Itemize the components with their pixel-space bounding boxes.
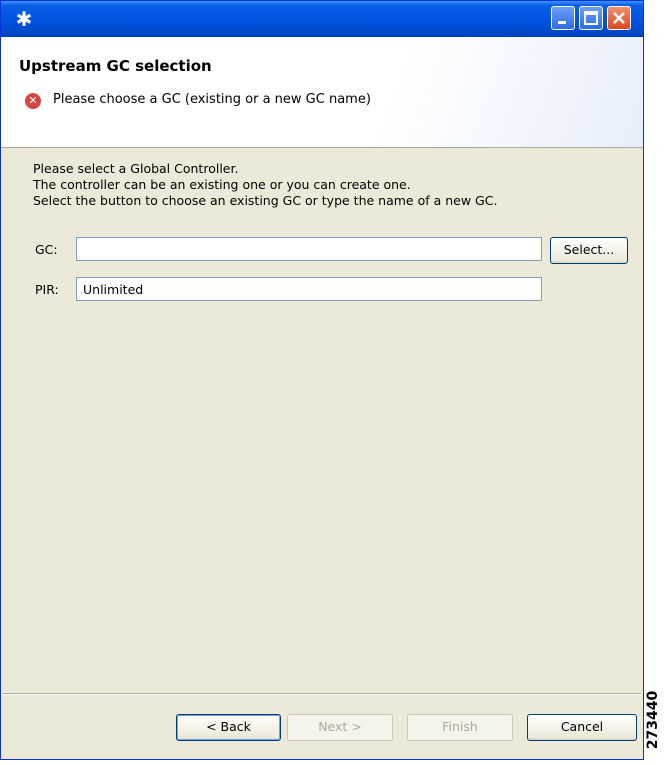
- pir-input[interactable]: [76, 277, 542, 301]
- close-icon: [613, 12, 625, 24]
- finish-button[interactable]: Finish: [407, 714, 513, 741]
- select-button[interactable]: Select...: [550, 237, 628, 264]
- maximize-icon: [584, 11, 598, 25]
- next-button[interactable]: Next >: [287, 714, 393, 741]
- instruction-line: Please select a Global Controller.: [33, 161, 239, 176]
- instruction-line: Select the button to choose an existing …: [33, 193, 498, 208]
- minimize-icon: [558, 21, 566, 24]
- maximize-button[interactable]: [579, 6, 603, 30]
- page-title: Upstream GC selection: [19, 57, 212, 75]
- pir-label: PIR:: [35, 282, 59, 297]
- minimize-button[interactable]: [551, 6, 575, 30]
- status-message: Please choose a GC (existing or a new GC…: [53, 92, 371, 107]
- footer-separator: [3, 693, 641, 695]
- wizard-header: Upstream GC selection ✕ Please choose a …: [1, 37, 643, 148]
- error-icon: ✕: [25, 93, 41, 109]
- back-button[interactable]: < Back: [176, 714, 281, 741]
- title-bar[interactable]: ✱: [1, 1, 643, 37]
- close-button[interactable]: [607, 6, 631, 30]
- gc-label: GC:: [35, 242, 58, 257]
- instruction-line: The controller can be an existing one or…: [33, 177, 411, 192]
- figure-number: 273440: [645, 688, 670, 758]
- cancel-button[interactable]: Cancel: [527, 714, 637, 741]
- instructions: Please select a Global Controller. The c…: [33, 161, 497, 209]
- eclipse-star-icon: ✱: [15, 7, 33, 31]
- wizard-window: ✱ Upstream GC selection ✕ Please choose …: [0, 0, 644, 760]
- figure-number-text: 273440: [645, 690, 662, 750]
- gc-input[interactable]: [76, 237, 542, 261]
